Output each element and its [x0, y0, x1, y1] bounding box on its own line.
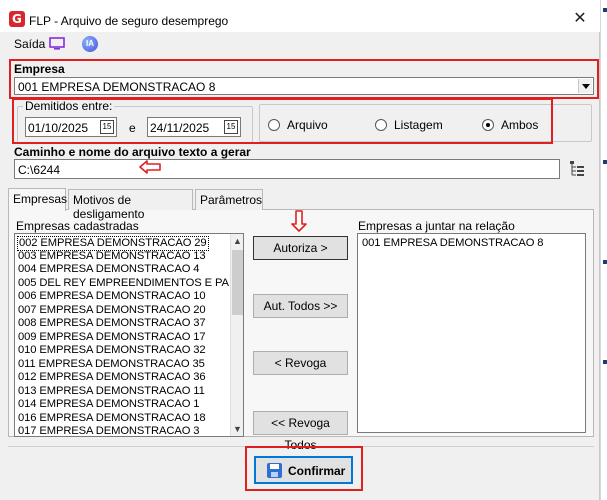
background-mark	[603, 260, 607, 264]
list-item[interactable]: 004 EMPRESA DEMONSTRACAO 4	[18, 263, 200, 276]
empresas-cadastradas-label: Empresas cadastradas	[16, 219, 139, 233]
empresas-juntar-list[interactable]: 001 EMPRESA DEMONSTRACAO 8	[357, 233, 586, 433]
tab-empresas-label: Empresas	[13, 192, 68, 206]
dialog-window: G FLP - Arquivo de seguro desemprego ✕ S…	[0, 0, 600, 500]
window-title: FLP - Arquivo de seguro desemprego	[29, 14, 229, 28]
menu-saida[interactable]: Saída	[14, 37, 45, 51]
list-item[interactable]: 007 EMPRESA DEMONSTRACAO 20	[18, 304, 206, 317]
list-item[interactable]: 001 EMPRESA DEMONSTRACAO 8	[362, 237, 544, 250]
caminho-label: Caminho e nome do arquivo texto a gerar	[14, 145, 251, 159]
list-item[interactable]: 012 EMPRESA DEMONSTRACAO 36	[18, 371, 206, 384]
tab-empresas[interactable]: Empresas	[8, 188, 68, 211]
close-icon[interactable]: ✕	[570, 11, 590, 28]
title-bar: G FLP - Arquivo de seguro desemprego ✕	[0, 0, 600, 32]
list-item[interactable]: 017 EMPRESA DEMONSTRACAO 3	[18, 425, 200, 436]
list-scrollbar[interactable]: ▲ ▼	[230, 234, 243, 436]
highlight-confirmar	[245, 446, 363, 491]
red-arrow-left-icon	[139, 160, 161, 174]
background-mark	[603, 360, 607, 364]
background-mark	[603, 160, 607, 164]
app-logo-letter: G	[12, 12, 22, 26]
background-window-edge	[600, 0, 607, 500]
tab-parametros[interactable]: Parâmetros	[195, 189, 263, 210]
tab-motivos[interactable]: Motivos de desligamento	[68, 189, 193, 221]
highlight-empresa	[9, 59, 599, 99]
ia-assistant-icon[interactable]: IA	[82, 36, 98, 52]
list-item[interactable]: 014 EMPRESA DEMONSTRACAO 1	[18, 398, 200, 411]
menu-bar: Saída IA	[0, 32, 600, 56]
autoriza-button[interactable]: Autoriza >	[253, 236, 348, 260]
revoga-button[interactable]: < Revoga	[253, 351, 348, 375]
list-item[interactable]: 013 EMPRESA DEMONSTRACAO 11	[18, 385, 205, 398]
scroll-down-icon[interactable]: ▼	[231, 422, 243, 436]
list-item[interactable]: 016 EMPRESA DEMONSTRACAO 18	[18, 412, 206, 425]
scroll-thumb[interactable]	[232, 250, 243, 315]
list-item[interactable]: 003 EMPRESA DEMONSTRACAO 13	[18, 250, 206, 263]
red-arrow-down-icon	[291, 210, 307, 232]
monitor-icon[interactable]	[49, 37, 65, 50]
app-logo-icon: G	[9, 11, 25, 27]
scroll-up-icon[interactable]: ▲	[231, 234, 243, 248]
empresas-juntar-label: Empresas a juntar na relação	[358, 219, 515, 233]
tab-parametros-label: Parâmetros	[200, 193, 263, 207]
empresas-cadastradas-list[interactable]: 002 EMPRESA DEMONSTRACAO 29 003 EMPRESA D…	[14, 233, 244, 437]
highlight-demitidos	[12, 98, 553, 144]
tab-motivos-label: Motivos de desligamento	[73, 193, 145, 221]
caminho-input[interactable]: C:\6244	[14, 159, 560, 179]
list-item[interactable]: 006 EMPRESA DEMONSTRACAO 10	[18, 290, 206, 303]
aut-todos-button[interactable]: Aut. Todos >>	[253, 294, 348, 318]
list-item[interactable]: 011 EMPRESA DEMONSTRACAO 35	[18, 358, 205, 371]
folder-tree-icon[interactable]	[569, 160, 585, 177]
revoga-todos-button[interactable]: << Revoga Todos	[253, 411, 348, 452]
list-item[interactable]: 009 EMPRESA DEMONSTRACAO 17	[18, 331, 206, 344]
list-item[interactable]: 005 DEL REY EMPREENDIMENTOS E PA	[18, 277, 229, 290]
background-mark	[603, 8, 607, 12]
caminho-value: C:\6244	[18, 163, 61, 177]
list-item[interactable]: 010 EMPRESA DEMONSTRACAO 32	[18, 344, 206, 357]
list-item[interactable]: 008 EMPRESA DEMONSTRACAO 37	[18, 317, 206, 330]
